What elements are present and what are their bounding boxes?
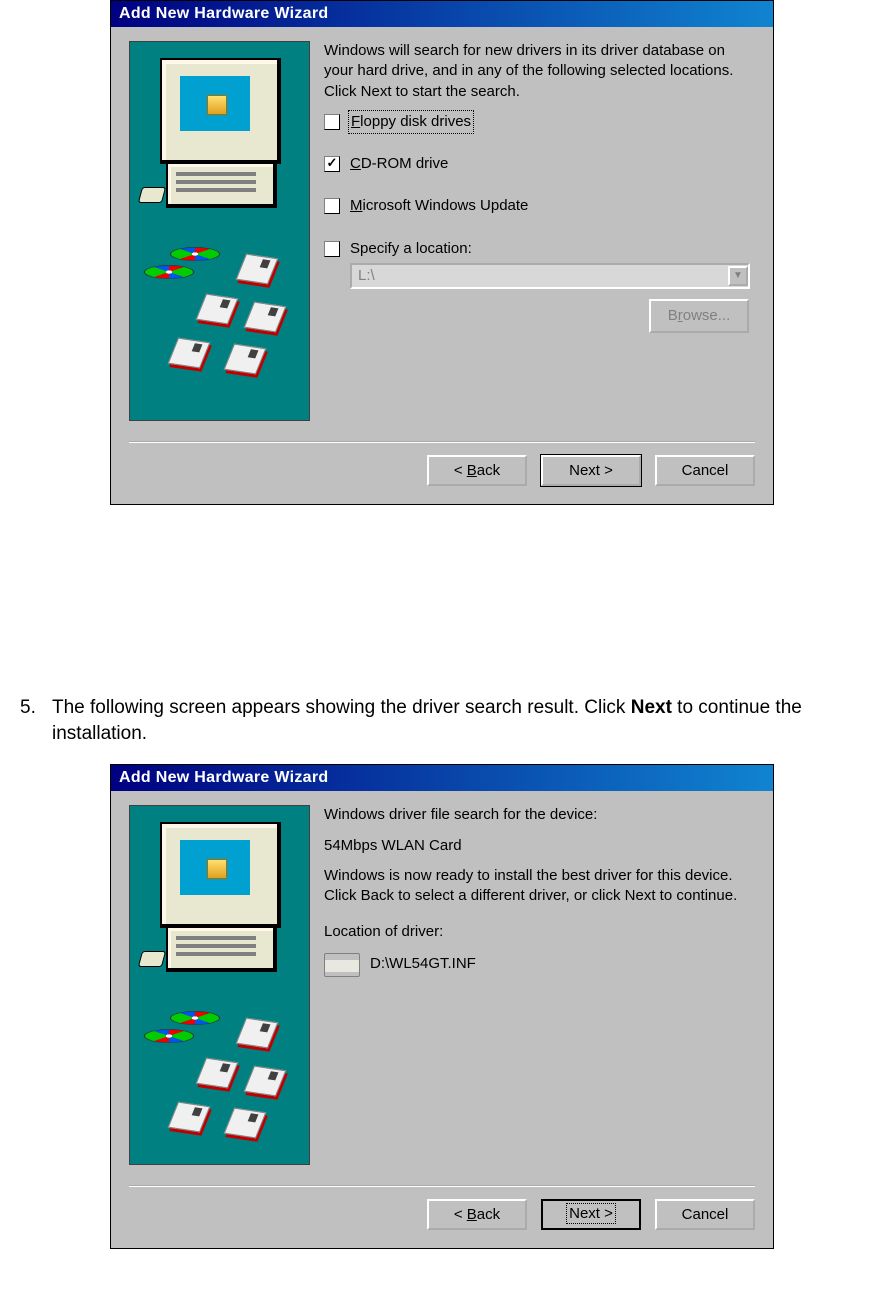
mouse-icon xyxy=(138,951,166,967)
mouse-icon xyxy=(138,187,166,203)
next-button[interactable]: Next > xyxy=(541,455,641,486)
titlebar: Add New Hardware Wizard xyxy=(111,1,773,27)
cdrom-checkbox[interactable] xyxy=(324,156,340,172)
wizard-intro-text: Windows will search for new drivers in i… xyxy=(324,41,755,102)
computer-base-icon xyxy=(166,926,277,972)
location-label: Location of driver: xyxy=(324,922,755,942)
floppy-icon xyxy=(244,302,287,333)
titlebar: Add New Hardware Wizard xyxy=(111,765,773,791)
floppy-label: Floppy disk drives xyxy=(350,112,472,132)
monitor-icon xyxy=(160,822,281,928)
wizard-sidebar-graphic xyxy=(129,805,310,1165)
floppy-icon xyxy=(236,254,279,285)
monitor-icon xyxy=(160,58,281,164)
floppy-icon xyxy=(196,294,239,325)
cd-icon xyxy=(170,247,220,261)
floppy-checkbox[interactable] xyxy=(324,114,340,130)
windows-update-checkbox[interactable] xyxy=(324,198,340,214)
search-result-heading: Windows driver file search for the devic… xyxy=(324,805,755,825)
driver-path: D:\WL54GT.INF xyxy=(370,954,476,974)
specify-location-checkbox[interactable] xyxy=(324,241,340,257)
instruction-step-5: 5. The following screen appears showing … xyxy=(0,695,874,746)
cd-icon xyxy=(144,1029,194,1043)
step-number: 5. xyxy=(20,695,42,746)
location-path: L:\ xyxy=(358,266,375,286)
ready-text: Windows is now ready to install the best… xyxy=(324,866,755,907)
cancel-button[interactable]: Cancel xyxy=(655,455,755,486)
wizard-dialog-2: Add New Hardware Wizard Windows driver f… xyxy=(110,764,774,1249)
inf-file-icon xyxy=(324,953,360,977)
floppy-icon xyxy=(236,1018,279,1049)
windows-update-label: Microsoft Windows Update xyxy=(350,196,528,216)
cancel-button[interactable]: Cancel xyxy=(655,1199,755,1230)
location-combo[interactable]: L:\ ▼ xyxy=(350,263,750,289)
computer-base-icon xyxy=(166,162,277,208)
browse-button[interactable]: Browse... xyxy=(649,299,749,333)
next-button[interactable]: Next > xyxy=(541,1199,641,1230)
floppy-icon xyxy=(196,1058,239,1089)
cd-icon xyxy=(170,1011,220,1025)
wizard-dialog-1: Add New Hardware Wizard Windows will sea… xyxy=(110,0,774,505)
wizard-sidebar-graphic xyxy=(129,41,310,421)
device-name: 54Mbps WLAN Card xyxy=(324,836,755,856)
floppy-icon xyxy=(224,1108,267,1139)
cdrom-label: CD-ROM drive xyxy=(350,154,448,174)
step-text: The following screen appears showing the… xyxy=(52,695,864,746)
back-button[interactable]: < Back xyxy=(427,1199,527,1230)
cd-icon xyxy=(144,265,194,279)
back-button[interactable]: < Back xyxy=(427,455,527,486)
floppy-icon xyxy=(168,1102,211,1133)
floppy-icon xyxy=(168,338,211,369)
dropdown-icon[interactable]: ▼ xyxy=(728,266,748,286)
floppy-icon xyxy=(224,344,267,375)
floppy-icon xyxy=(244,1066,287,1097)
specify-location-label: Specify a location: xyxy=(350,239,472,259)
